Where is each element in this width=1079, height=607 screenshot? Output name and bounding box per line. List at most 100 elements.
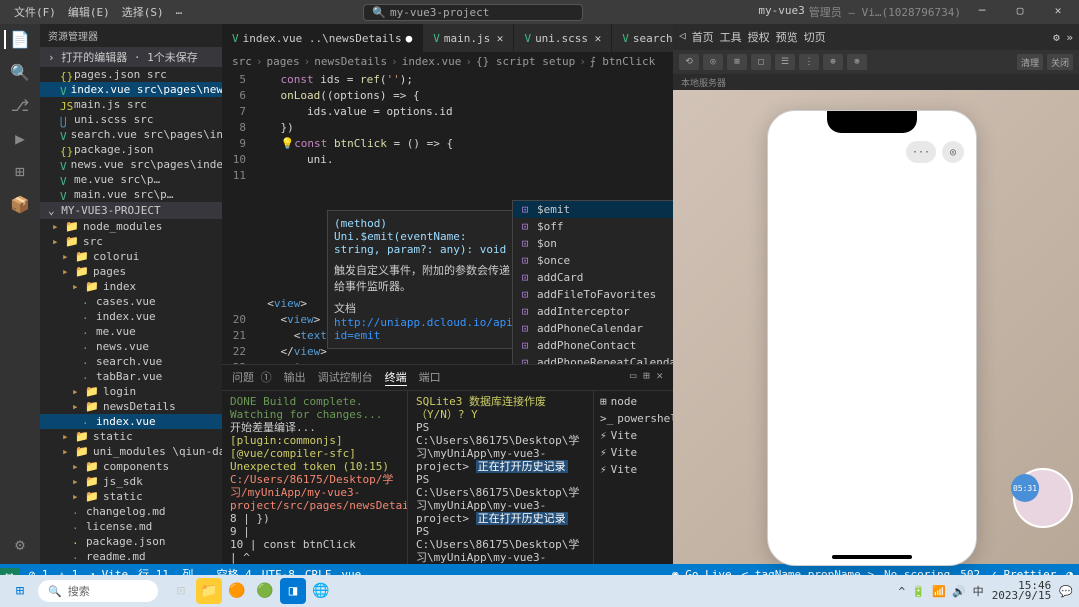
tree-item[interactable]: · readme.md bbox=[40, 549, 222, 564]
preview-tool-btn[interactable]: ⊕ bbox=[823, 54, 843, 70]
taskview-icon[interactable]: ⊡ bbox=[168, 578, 194, 604]
tree-item[interactable]: ▸ 📁 static bbox=[40, 489, 222, 504]
settings-icon[interactable]: ⚙ bbox=[15, 535, 25, 554]
editor-tab[interactable]: V search.vue ✕ bbox=[612, 24, 673, 52]
breadcrumbs[interactable]: src›pages›newsDetails›index.vue›{} scrip… bbox=[222, 52, 673, 70]
taskbar-search[interactable]: 🔍 搜索 bbox=[38, 580, 158, 602]
tree-item[interactable]: ▸ 📁 components bbox=[40, 459, 222, 474]
panel-tab-output[interactable]: 输出 bbox=[284, 369, 306, 386]
open-editor-item[interactable]: Vme.vue src\p… bbox=[40, 172, 222, 187]
capsule-menu-icon[interactable]: ··· bbox=[906, 141, 936, 163]
tree-item[interactable]: ▸ 📁 index bbox=[40, 279, 222, 294]
terminal-list-item[interactable]: ⚡Vite bbox=[596, 461, 671, 478]
tree-item[interactable]: · me.vue bbox=[40, 324, 222, 339]
minimize-button[interactable]: ─ bbox=[965, 4, 999, 20]
tree-item[interactable]: · package.json bbox=[40, 534, 222, 549]
close-button[interactable]: ✕ bbox=[1041, 4, 1075, 20]
menu-select[interactable]: 选择(S) bbox=[116, 4, 170, 20]
open-editor-item[interactable]: ⋃uni.scss src bbox=[40, 112, 222, 127]
tree-item[interactable]: · tabBar.vue bbox=[40, 369, 222, 384]
open-editor-item[interactable]: {}pages.json src bbox=[40, 67, 222, 82]
terminal-list-item[interactable]: ⚡Vite bbox=[596, 427, 671, 444]
open-editor-item[interactable]: Vmain.vue src\p… bbox=[40, 187, 222, 202]
explorer-icon[interactable]: 📄 bbox=[4, 30, 30, 49]
tree-item[interactable]: ▸ 📁 pages bbox=[40, 264, 222, 279]
preview-tool-btn[interactable]: ⊞ bbox=[727, 54, 747, 70]
suggestion-widget[interactable]: ⊡$emit⊡$off⊡$on⊡$once⊡addCard⊡addFileToF… bbox=[512, 200, 673, 364]
system-tray[interactable]: ^ 🔋 📶 🔊 中 15:462023/9/15 💬 bbox=[898, 581, 1073, 601]
menu-file[interactable]: 文件(F) bbox=[8, 4, 62, 20]
tree-item[interactable]: · index.vue bbox=[40, 414, 222, 429]
terminal-list-item[interactable]: ⚡Vite bbox=[596, 444, 671, 461]
preview-tool-btn[interactable]: ☰ bbox=[775, 54, 795, 70]
suggestion-item[interactable]: ⊡$off bbox=[513, 218, 673, 235]
code-editor[interactable]: 567891011 20212223242526272829 const ids… bbox=[222, 70, 673, 364]
tree-item[interactable]: ▸ 📁 node_modules bbox=[40, 219, 222, 234]
tree-item[interactable]: ▸ 📁 login bbox=[40, 384, 222, 399]
editor-tab[interactable]: V main.js ✕ bbox=[423, 24, 514, 52]
debug-icon[interactable]: ▶ bbox=[15, 129, 25, 148]
preview-tool-btn[interactable]: ⟲ bbox=[679, 54, 699, 70]
suggestion-item[interactable]: ⊡addPhoneCalendar bbox=[513, 320, 673, 337]
search-icon[interactable]: 🔍 bbox=[10, 63, 30, 82]
remote-icon[interactable]: 📦 bbox=[10, 195, 30, 214]
suggestion-item[interactable]: ⊡addPhoneRepeatCalendar bbox=[513, 354, 673, 364]
record-badge[interactable]: 05:31 bbox=[1011, 474, 1039, 502]
tree-item[interactable]: ▸ 📁 newsDetails bbox=[40, 399, 222, 414]
tree-item[interactable]: ▸ 📁 uni_modules \qiun-data-charts bbox=[40, 444, 222, 459]
terminal-list-item[interactable]: ⊞node bbox=[596, 393, 671, 410]
suggestion-item[interactable]: ⊡addCard bbox=[513, 269, 673, 286]
tree-item[interactable]: ▸ 📁 js_sdk bbox=[40, 474, 222, 489]
maximize-button[interactable]: ▢ bbox=[1003, 4, 1037, 20]
scm-icon[interactable]: ⎇ bbox=[11, 96, 29, 115]
chrome-icon[interactable]: 🌐 bbox=[308, 578, 334, 604]
editor-tab[interactable]: V uni.scss ✕ bbox=[514, 24, 612, 52]
panel-tab-terminal[interactable]: 终端 bbox=[385, 369, 407, 386]
terminal-right[interactable]: SQLite3 数据库连接作废（Y/N）? YPS C:\Users\86175… bbox=[407, 391, 593, 564]
tree-item[interactable]: · cases.vue bbox=[40, 294, 222, 309]
editor-tab[interactable]: V index.vue ..\newsDetails ● bbox=[222, 24, 423, 52]
suggestion-item[interactable]: ⊡addPhoneContact bbox=[513, 337, 673, 354]
preview-tool-btn[interactable]: □ bbox=[751, 54, 771, 70]
tree-item[interactable]: ▸ 📁 src bbox=[40, 234, 222, 249]
command-search[interactable]: 🔍 my-vue3-project bbox=[363, 4, 583, 21]
preview-tool-btn[interactable]: ⊗ bbox=[847, 54, 867, 70]
tree-item[interactable]: · changelog.md bbox=[40, 504, 222, 519]
open-editor-item[interactable]: Vnews.vue src\pages\index bbox=[40, 157, 222, 172]
panel-tab-problems[interactable]: 问题 ① bbox=[232, 369, 272, 386]
app-icon-1[interactable]: 🟠 bbox=[224, 578, 250, 604]
suggestion-item[interactable]: ⊡$once bbox=[513, 252, 673, 269]
open-editor-item[interactable]: {}package.json bbox=[40, 142, 222, 157]
suggestion-item[interactable]: ⊡addInterceptor bbox=[513, 303, 673, 320]
tree-item[interactable]: · index.vue bbox=[40, 309, 222, 324]
preview-back-icon[interactable]: ◁ bbox=[679, 29, 686, 45]
start-button[interactable]: ⊞ bbox=[6, 579, 34, 603]
project-header[interactable]: ⌄ MY-VUE3-PROJECT bbox=[40, 202, 222, 219]
tray-icons[interactable]: ^ 🔋 📶 🔊 中 bbox=[898, 583, 983, 599]
suggestion-item[interactable]: ⊡$emit bbox=[513, 201, 673, 218]
open-editors-header[interactable]: › 打开的编辑器 · 1个未保存 bbox=[40, 47, 222, 67]
menu-edit[interactable]: 编辑(E) bbox=[62, 4, 116, 20]
tree-item[interactable]: ▸ 📁 static bbox=[40, 429, 222, 444]
preview-settings-icon[interactable]: ⚙ » bbox=[1053, 31, 1073, 44]
extensions-icon[interactable]: ⊞ bbox=[15, 162, 25, 181]
panel-tab-ports[interactable]: 端口 bbox=[419, 369, 441, 386]
vscode-icon[interactable]: ◨ bbox=[280, 578, 306, 604]
notif-icon[interactable]: 💬 bbox=[1059, 585, 1073, 598]
preview-tool-btn[interactable]: ⋮ bbox=[799, 54, 819, 70]
folder-icon[interactable]: 📁 bbox=[196, 578, 222, 604]
suggestion-item[interactable]: ⊡addFileToFavorites bbox=[513, 286, 673, 303]
tree-item[interactable]: · license.md bbox=[40, 519, 222, 534]
tree-item[interactable]: · news.vue bbox=[40, 339, 222, 354]
menu-more[interactable]: … bbox=[170, 4, 189, 20]
open-editor-item[interactable]: Vindex.vue src\pages\newsDet… ● bbox=[40, 82, 222, 97]
open-editor-item[interactable]: JSmain.js src bbox=[40, 97, 222, 112]
open-editor-item[interactable]: Vsearch.vue src\pages\index bbox=[40, 127, 222, 142]
panel-tab-debug[interactable]: 调试控制台 bbox=[318, 369, 373, 386]
capsule-close-icon[interactable]: ◎ bbox=[942, 141, 964, 163]
tree-item[interactable]: ▸ 📁 colorui bbox=[40, 249, 222, 264]
terminal-left[interactable]: DONE Build complete. Watching for change… bbox=[222, 391, 407, 564]
tree-item[interactable]: · search.vue bbox=[40, 354, 222, 369]
preview-tool-btn[interactable]: ◎ bbox=[703, 54, 723, 70]
suggestion-item[interactable]: ⊡$on bbox=[513, 235, 673, 252]
